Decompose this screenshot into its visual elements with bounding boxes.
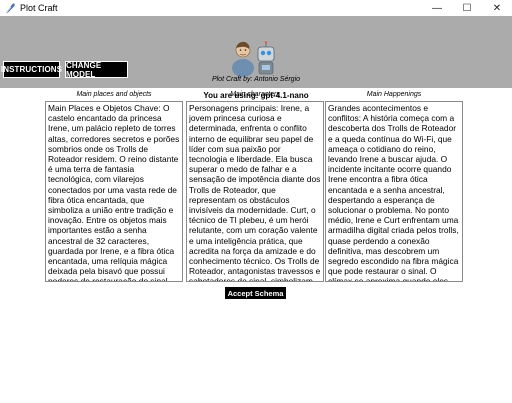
close-button[interactable]: ✕ <box>482 0 512 16</box>
column-title-happenings: Main Happenings <box>366 91 422 98</box>
credit-text: Plot Craft by: Antonio Sérgio <box>211 76 301 83</box>
characters-textarea[interactable]: Personagens principais: Irene, a jovem p… <box>186 101 324 282</box>
column-title-characters: Main characters <box>230 91 280 98</box>
minimize-button[interactable]: — <box>422 0 452 16</box>
maximize-button[interactable]: ☐ <box>452 0 482 16</box>
feather-app-icon <box>5 3 15 14</box>
column-title-places: Main places and objects <box>76 91 152 98</box>
header-panel: INSTRUCTIONS CHANGE MODEL Plot Craft by:… <box>0 16 512 100</box>
title-bar: Plot Craft — ☐ ✕ <box>0 0 512 16</box>
people-with-robot-logo-icon <box>232 41 275 77</box>
window-title: Plot Craft <box>20 3 58 13</box>
accept-schema-button[interactable]: Accept Schema <box>224 286 287 300</box>
places-textarea[interactable]: Main Places e Objetos Chave: O castelo e… <box>45 101 183 282</box>
happenings-textarea[interactable]: Grandes acontecimentos e conflitos: A hi… <box>325 101 463 282</box>
